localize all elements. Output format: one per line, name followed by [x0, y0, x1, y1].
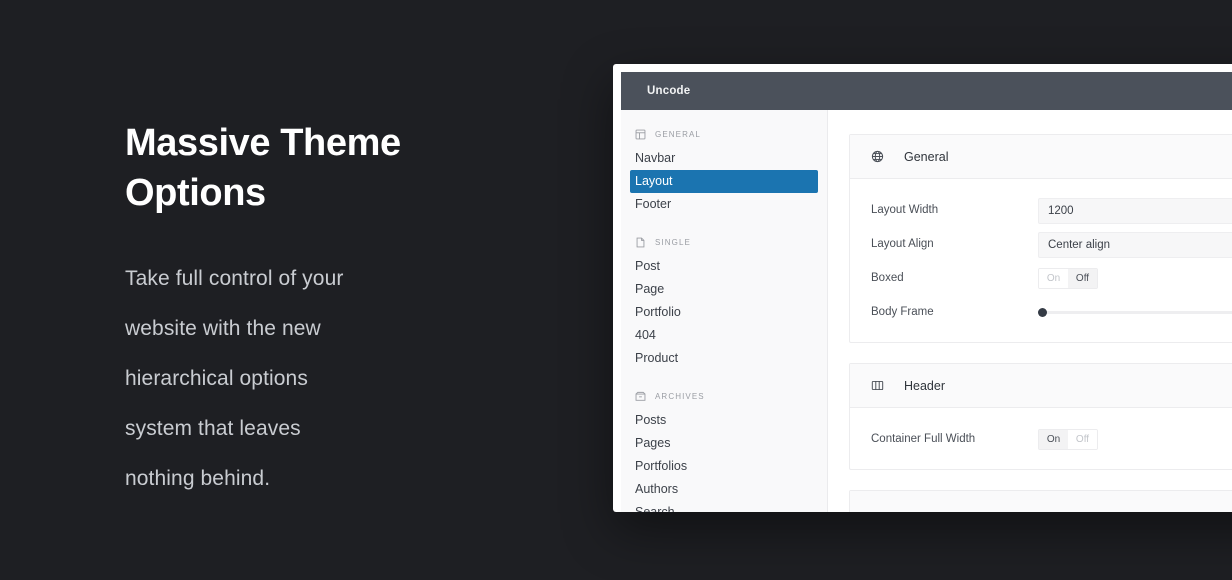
- sidebar-item-post[interactable]: Post: [630, 255, 818, 278]
- promo-description: Take full control of your website with t…: [125, 267, 344, 491]
- sidebar-group-single: Single Post Page Portfolio 404 Product: [630, 232, 818, 370]
- card-header-header: Header: [850, 364, 1232, 408]
- card-header-next: [850, 491, 1232, 512]
- boxed-toggle-off[interactable]: Off: [1068, 269, 1097, 288]
- page-title: Massive Theme Options: [125, 122, 401, 215]
- layout-width-input[interactable]: [1038, 197, 1232, 224]
- sidebar-item-navbar[interactable]: Navbar: [630, 147, 818, 170]
- sidebar[interactable]: General Navbar Layout Footer Single: [621, 110, 828, 512]
- sidebar-item-pages[interactable]: Pages: [630, 432, 818, 455]
- window-titlebar: Uncode: [621, 72, 1232, 110]
- field-container-full-width: Container Full Width On Off: [850, 426, 1232, 453]
- settings-content: General Layout Width Layout Align: [828, 110, 1232, 512]
- field-control: On Off: [1038, 268, 1232, 289]
- sidebar-group-header-archives: Archives: [630, 386, 818, 407]
- sidebar-item-page[interactable]: Page: [630, 278, 818, 301]
- app-window: Uncode General Navbar Layout: [613, 64, 1232, 512]
- sidebar-group-header-single: Single: [630, 232, 818, 253]
- archive-box-icon: [635, 391, 646, 401]
- layout-grid-icon: [635, 129, 646, 140]
- sidebar-item-authors[interactable]: Authors: [630, 478, 818, 501]
- settings-card-general: General Layout Width Layout Align: [849, 134, 1232, 343]
- card-title: General: [904, 149, 949, 164]
- field-body-frame: Body Frame: [850, 299, 1232, 326]
- card-body-general: Layout Width Layout Align Center align: [850, 179, 1232, 342]
- field-label: Boxed: [871, 272, 904, 285]
- page-icon: [636, 237, 645, 248]
- sidebar-item-404[interactable]: 404: [630, 324, 818, 347]
- field-control: [1038, 197, 1232, 224]
- field-control: On Off: [1038, 429, 1232, 450]
- sidebar-item-footer[interactable]: Footer: [630, 193, 818, 216]
- sidebar-group-title: Archives: [655, 392, 705, 401]
- layout-align-select[interactable]: Center align: [1038, 231, 1232, 258]
- field-label: Layout Width: [871, 204, 939, 217]
- app-body: General Navbar Layout Footer Single: [621, 110, 1232, 512]
- card-title: Header: [904, 378, 945, 393]
- container-full-width-toggle[interactable]: On Off: [1038, 429, 1098, 450]
- field-boxed: Boxed On Off: [850, 265, 1232, 292]
- body-frame-slider[interactable]: [1038, 307, 1232, 319]
- field-control: [1038, 307, 1232, 319]
- settings-card-header: Header Container Full Width On Off: [849, 363, 1232, 470]
- sidebar-item-search[interactable]: Search: [630, 501, 818, 512]
- container-full-width-toggle-on[interactable]: On: [1039, 430, 1068, 449]
- card-header-general: General: [850, 135, 1232, 179]
- columns-icon: [871, 380, 884, 391]
- field-label: Body Frame: [871, 306, 934, 319]
- sidebar-item-layout[interactable]: Layout: [630, 170, 818, 193]
- sidebar-item-product[interactable]: Product: [630, 347, 818, 370]
- sidebar-group-title: General: [655, 130, 701, 139]
- sidebar-item-posts[interactable]: Posts: [630, 409, 818, 432]
- sidebar-item-portfolios[interactable]: Portfolios: [630, 455, 818, 478]
- slider-track: [1038, 311, 1232, 314]
- sidebar-item-portfolio[interactable]: Portfolio: [630, 301, 818, 324]
- boxed-toggle[interactable]: On Off: [1038, 268, 1098, 289]
- settings-card-next: [849, 490, 1232, 512]
- sidebar-group-title: Single: [655, 238, 691, 247]
- window-title: Uncode: [647, 85, 691, 97]
- promo-block: Massive Theme Options Take full control …: [125, 118, 595, 504]
- boxed-toggle-on[interactable]: On: [1039, 269, 1068, 288]
- field-label: Container Full Width: [871, 433, 976, 446]
- card-body-header: Container Full Width On Off: [850, 408, 1232, 469]
- sidebar-group-header-general: General: [630, 124, 818, 145]
- sidebar-group-general: General Navbar Layout Footer: [630, 124, 818, 216]
- app-window-inner: Uncode General Navbar Layout: [621, 72, 1232, 512]
- field-control: Center align: [1038, 231, 1232, 258]
- globe-icon: [871, 150, 884, 163]
- slider-handle[interactable]: [1038, 308, 1047, 317]
- container-full-width-toggle-off[interactable]: Off: [1068, 430, 1097, 449]
- field-layout-align: Layout Align Center align: [850, 231, 1232, 258]
- field-layout-width: Layout Width: [850, 197, 1232, 224]
- field-label: Layout Align: [871, 238, 934, 251]
- sidebar-group-archives: Archives Posts Pages Portfolios Authors …: [630, 386, 818, 512]
